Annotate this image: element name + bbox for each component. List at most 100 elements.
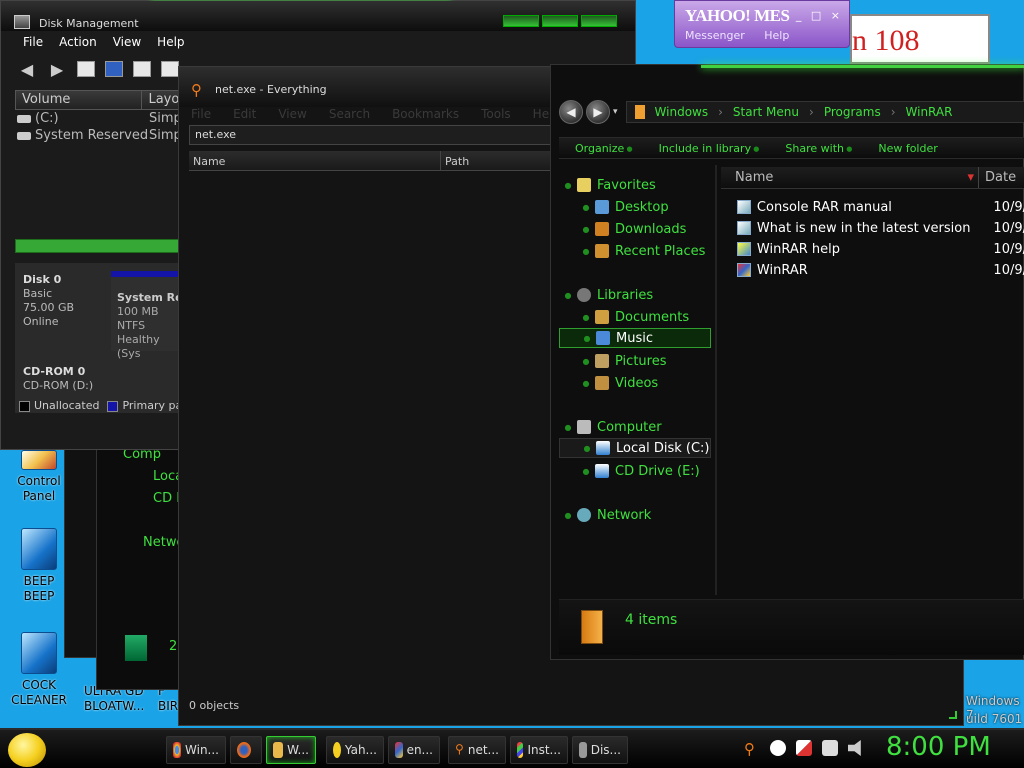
network-icon — [577, 508, 591, 522]
nav-libraries[interactable]: ● Libraries — [559, 285, 711, 305]
menu-tools[interactable]: Tools — [481, 107, 511, 121]
nav-documents[interactable]: ● Documents — [559, 307, 711, 327]
new-folder-button[interactable]: New folder — [878, 142, 937, 155]
file-icon — [21, 632, 57, 674]
task-chrome[interactable]: Win... — [166, 736, 226, 764]
task-firefox[interactable] — [230, 736, 262, 764]
view-icon[interactable] — [133, 61, 151, 77]
recent-pages-chevron-icon[interactable]: ▾ — [613, 107, 618, 117]
organize-button[interactable]: Organize — [575, 142, 633, 155]
background-explorer-window[interactable]: Comp Loca CD I Netwo 2 — [96, 440, 186, 690]
close-button[interactable] — [581, 15, 617, 27]
peek-cd-drive[interactable]: CD I — [153, 491, 180, 506]
explorer-window[interactable]: ◀ ▶ ▾ Windows › Start Menu › Programs › … — [550, 64, 1024, 660]
crumb-winrar[interactable]: WinRAR — [906, 105, 953, 119]
properties-icon[interactable] — [77, 61, 95, 77]
yahoo-messenger-window[interactable]: YAHOO! MES Messenger Help _ □ × — [674, 0, 850, 48]
music-icon — [596, 331, 610, 345]
resize-grip[interactable] — [949, 711, 957, 719]
help-menu[interactable]: Help — [764, 29, 789, 42]
desktop-icon-label: BEEP BEEP — [23, 574, 55, 603]
computer-icon — [577, 420, 591, 434]
nav-videos[interactable]: ● Videos — [559, 373, 711, 393]
breadcrumb[interactable]: Windows › Start Menu › Programs › WinRAR — [625, 101, 1024, 123]
status-tray-icon[interactable] — [770, 740, 786, 756]
volume-row[interactable]: (C:) Simp — [17, 111, 182, 126]
horizontal-scrollbar[interactable] — [15, 239, 185, 253]
nav-cd-drive[interactable]: ● CD Drive (E:) — [559, 461, 711, 481]
menu-search[interactable]: Search — [329, 107, 370, 121]
shortcut-icon — [737, 200, 751, 214]
crumb-programs[interactable]: Programs — [824, 105, 881, 119]
menu-bar: File Edit View Search Bookmarks Tools He… — [191, 107, 560, 121]
file-row[interactable]: What is new in the latest version 10/9/ — [737, 218, 1024, 238]
disk0-label[interactable]: Disk 0 Basic 75.00 GB Online — [23, 273, 74, 329]
column-path[interactable]: Path — [441, 151, 551, 170]
maximize-button[interactable] — [542, 15, 578, 27]
title-bar[interactable]: Disk Management — [1, 1, 635, 31]
messenger-menu[interactable]: Messenger — [685, 29, 745, 42]
crumb-start-menu[interactable]: Start Menu — [733, 105, 799, 119]
menu-file[interactable]: File — [191, 107, 211, 121]
forward-button[interactable]: ▶ — [586, 100, 610, 124]
magnifier-icon: ⚲ — [191, 81, 202, 99]
nav-computer[interactable]: ● Computer — [559, 417, 711, 437]
nav-network[interactable]: ● Network — [559, 505, 711, 525]
help-icon[interactable] — [105, 61, 123, 77]
task-explorer[interactable]: W... — [266, 736, 316, 764]
task-yahoo[interactable]: Yah... — [326, 736, 384, 764]
nav-favorites[interactable]: ● Favorites — [559, 175, 711, 195]
menu-edit[interactable]: Edit — [233, 107, 256, 121]
disk-status: Online — [23, 315, 59, 328]
everything-tray-icon[interactable]: ⚲ — [744, 740, 760, 758]
task-disk-management[interactable]: Dis... — [572, 736, 628, 764]
crumb-separator-icon: › — [809, 105, 814, 119]
column-volume[interactable]: Volume — [16, 91, 143, 109]
network-tray-icon[interactable] — [822, 740, 838, 756]
task-winrar[interactable]: en... — [388, 736, 440, 764]
column-date[interactable]: Date — [979, 167, 1016, 188]
nav-desktop[interactable]: ● Desktop — [559, 197, 711, 217]
column-name[interactable]: Name — [189, 151, 441, 170]
volume-row[interactable]: System Reserved Simp — [17, 128, 182, 143]
back-button[interactable]: ◀ — [559, 100, 583, 124]
refresh-icon[interactable] — [161, 61, 179, 77]
action-center-flag-icon[interactable] — [796, 740, 812, 756]
menu-bookmarks[interactable]: Bookmarks — [392, 107, 459, 121]
legend: Unallocated Primary partiti — [19, 399, 201, 412]
volume-speaker-icon[interactable] — [848, 740, 861, 756]
nav-pictures[interactable]: ● Pictures — [559, 351, 711, 371]
menu-file[interactable]: File — [23, 35, 43, 49]
menu-help[interactable]: Help — [157, 35, 184, 49]
window-controls[interactable]: _ □ × — [796, 9, 843, 22]
search-input[interactable]: net.exe — [189, 125, 551, 145]
folder-icon — [273, 742, 284, 758]
menu-action[interactable]: Action — [59, 35, 97, 49]
include-in-library-button[interactable]: Include in library — [659, 142, 760, 155]
pictures-icon — [595, 354, 609, 368]
task-installer[interactable]: Inst... — [510, 736, 568, 764]
task-everything[interactable]: ⚲ net... — [448, 736, 506, 764]
file-row[interactable]: Console RAR manual 10/9/ — [737, 197, 1024, 217]
nav-downloads[interactable]: ● Downloads — [559, 219, 711, 239]
drive-icon — [17, 131, 31, 140]
desktop-icon — [595, 200, 609, 214]
start-button-smiley-icon[interactable] — [8, 733, 46, 767]
crumb-windows[interactable]: Windows — [655, 105, 709, 119]
cdrom-label[interactable]: CD-ROM 0 CD-ROM (D:) — [23, 365, 93, 393]
winrar-icon — [395, 742, 403, 758]
back-arrow-icon[interactable]: ◀ — [17, 60, 37, 79]
clock[interactable]: 8:00 PM — [886, 732, 991, 762]
minimize-button[interactable] — [503, 15, 539, 27]
column-name[interactable]: Name — [721, 167, 979, 189]
desktop-icon-label: COCK CLEANER — [11, 678, 67, 707]
share-with-button[interactable]: Share with — [785, 142, 852, 155]
file-row[interactable]: WinRAR help 10/9/ — [737, 239, 1024, 259]
nav-local-disk[interactable]: ● Local Disk (C:) — [559, 438, 711, 458]
menu-view[interactable]: View — [278, 107, 306, 121]
menu-view[interactable]: View — [113, 35, 141, 49]
forward-arrow-icon[interactable]: ▶ — [47, 60, 67, 79]
nav-recent-places[interactable]: ● Recent Places — [559, 241, 711, 261]
nav-music[interactable]: ● Music — [559, 328, 711, 348]
file-row[interactable]: WinRAR 10/9/ — [737, 260, 1024, 280]
